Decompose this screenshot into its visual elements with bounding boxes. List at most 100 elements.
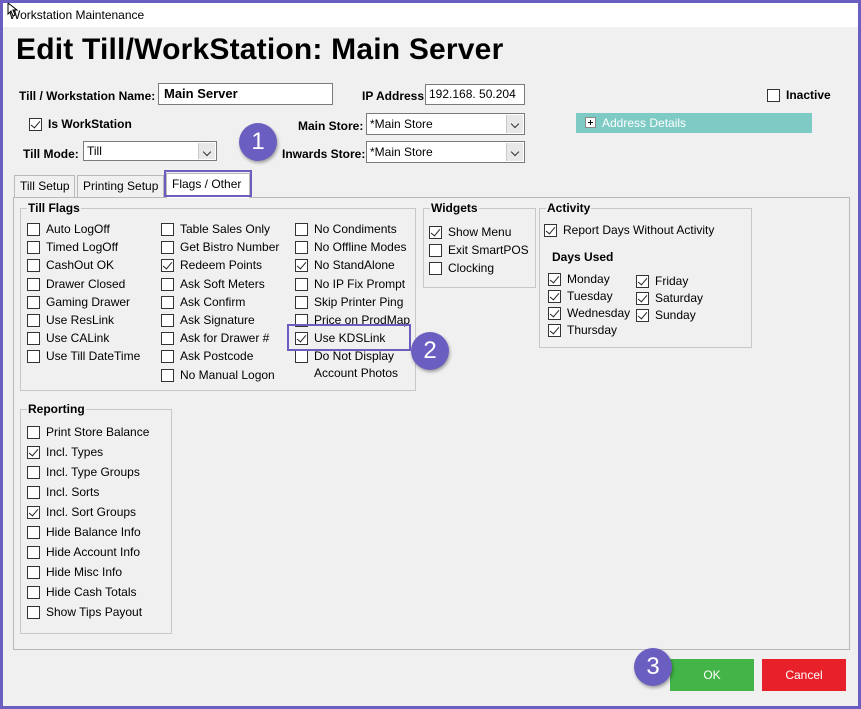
reporting-hide-account-info-checkbox-box[interactable] bbox=[27, 546, 40, 559]
till-flag-use-calink-checkbox-box[interactable] bbox=[27, 332, 40, 346]
till-flag-drawer-closed-label: Drawer Closed bbox=[46, 276, 126, 291]
till-flag-no-ip-fix-prompt-label: No IP Fix Prompt bbox=[314, 276, 406, 291]
workstation-name-input[interactable]: Main Server bbox=[158, 83, 333, 105]
ip-address-input[interactable]: 192.168. 50.204 bbox=[425, 84, 525, 105]
till-flag-ask-signature-checkbox-box[interactable] bbox=[161, 314, 174, 327]
day-friday-checkbox-box[interactable] bbox=[636, 275, 649, 288]
till-flag-auto-logoff-checkbox-box[interactable] bbox=[27, 223, 40, 236]
reporting-hide-cash-totals-checkbox-box[interactable] bbox=[27, 586, 40, 599]
widgets-title: Widgets bbox=[430, 201, 479, 215]
till-flag-auto-logoff-label: Auto LogOff bbox=[46, 222, 110, 236]
reporting-hide-misc-info-label: Hide Misc Info bbox=[46, 565, 123, 579]
till-flag-no-condiments-checkbox-box[interactable] bbox=[295, 223, 308, 236]
reporting-incl-type-groups-label: Incl. Type Groups bbox=[46, 465, 140, 479]
day-saturday-checkbox-box[interactable] bbox=[636, 292, 649, 305]
inwards-store-select[interactable]: *Main Store bbox=[366, 141, 525, 163]
till-flag-no-standalone-label: No StandAlone bbox=[314, 258, 395, 273]
day-wednesday-checkbox-box[interactable] bbox=[548, 307, 561, 320]
kdslink-highlight-box bbox=[287, 324, 411, 351]
reporting-hide-cash-totals-label: Hide Cash Totals bbox=[46, 585, 137, 599]
till-flag-no-manual-logon-checkbox-box[interactable] bbox=[161, 368, 174, 382]
tab-till-setup[interactable]: Till Setup bbox=[14, 175, 75, 197]
till-flag-ask-postcode-checkbox-box[interactable] bbox=[161, 350, 174, 364]
till-flag-gaming-drawer-checkbox-box[interactable] bbox=[27, 295, 40, 309]
reporting-hide-balance-info-label: Hide Balance Info bbox=[46, 525, 141, 539]
till-flag-cashout-ok-label: CashOut OK bbox=[46, 258, 115, 273]
till-flag-do-not-display-label: Do Not Display bbox=[314, 349, 395, 364]
step-badge-2: 2 bbox=[411, 332, 449, 370]
day-wednesday-label: Wednesday bbox=[567, 306, 631, 320]
till-flag-ask-confirm-checkbox-box[interactable] bbox=[161, 295, 174, 309]
reporting-print-store-balance-label: Print Store Balance bbox=[46, 425, 150, 439]
till-flag-no-offline-modes-checkbox-box[interactable] bbox=[295, 241, 308, 255]
reporting-incl-sorts-checkbox-box[interactable] bbox=[27, 486, 40, 499]
reporting-hide-misc-info-checkbox-box[interactable] bbox=[27, 566, 40, 579]
inactive-checkbox-box[interactable] bbox=[767, 89, 780, 102]
reporting-incl-types-checkbox-box[interactable] bbox=[27, 446, 40, 459]
name-label: Till / Workstation Name: bbox=[19, 89, 156, 103]
widget-clocking-checkbox-box[interactable] bbox=[429, 262, 442, 275]
expand-plus-icon[interactable] bbox=[585, 117, 596, 128]
chevron-down-icon[interactable] bbox=[506, 143, 523, 161]
day-saturday-label: Saturday bbox=[655, 291, 704, 305]
till-flag-no-offline-modes-label: No Offline Modes bbox=[314, 240, 407, 255]
day-sunday-checkbox-box[interactable] bbox=[636, 309, 649, 322]
reporting-incl-types-label: Incl. Types bbox=[46, 445, 104, 459]
till-flag-use-till-datetime-checkbox-box[interactable] bbox=[27, 350, 40, 364]
ip-address-label: IP Address: bbox=[362, 89, 429, 103]
ok-button[interactable]: OK bbox=[670, 659, 754, 691]
inwards-store-value: *Main Store bbox=[370, 145, 433, 159]
reporting-incl-sort-groups-checkbox-box[interactable] bbox=[27, 506, 40, 519]
chevron-down-icon[interactable] bbox=[506, 115, 523, 133]
days-used-label: Days Used bbox=[552, 250, 614, 264]
till-flag-use-reslink-checkbox-box[interactable] bbox=[27, 314, 40, 327]
till-flag-no-standalone-checkbox-box[interactable] bbox=[295, 259, 308, 273]
chevron-down-icon[interactable] bbox=[198, 143, 215, 159]
tab-highlight-box bbox=[164, 170, 252, 197]
reporting-hide-balance-info-checkbox-box[interactable] bbox=[27, 526, 40, 539]
till-flag-ask-postcode-label: Ask Postcode bbox=[180, 349, 254, 364]
day-sunday-label: Sunday bbox=[655, 308, 696, 322]
is-workstation-checkbox-box[interactable] bbox=[29, 118, 42, 131]
day-tuesday-checkbox-box[interactable] bbox=[548, 290, 561, 303]
till-flag-use-calink-label: Use CALink bbox=[46, 331, 110, 346]
till-flag-ask-for-drawer-checkbox-box[interactable] bbox=[161, 332, 174, 346]
till-flag-cashout-ok-checkbox-box[interactable] bbox=[27, 259, 40, 273]
till-mode-value: Till bbox=[87, 144, 102, 158]
cancel-button[interactable]: Cancel bbox=[762, 659, 846, 691]
day-monday-checkbox-box[interactable] bbox=[548, 273, 561, 286]
widget-clocking-label: Clocking bbox=[448, 261, 495, 275]
till-flag-do-not-display-checkbox-box[interactable] bbox=[295, 350, 308, 364]
inactive-label: Inactive bbox=[786, 88, 831, 102]
till-flag-table-sales-only-checkbox-box[interactable] bbox=[161, 223, 174, 236]
reporting-incl-sort-groups-label: Incl. Sort Groups bbox=[46, 505, 137, 519]
till-flag-timed-logoff-checkbox-box[interactable] bbox=[27, 241, 40, 255]
till-flag-no-ip-fix-prompt-checkbox-box[interactable] bbox=[295, 277, 308, 291]
reporting-incl-type-groups-checkbox-box[interactable] bbox=[27, 466, 40, 479]
till-flag-ask-confirm-label: Ask Confirm bbox=[180, 294, 246, 309]
day-thursday-checkbox-box[interactable] bbox=[548, 324, 561, 337]
till-flag-ask-soft-meters-checkbox-box[interactable] bbox=[161, 277, 174, 291]
day-friday-label: Friday bbox=[655, 274, 689, 288]
widget-show-menu-checkbox-box[interactable] bbox=[429, 226, 442, 239]
do-not-display-line2: Account Photos bbox=[314, 366, 399, 380]
till-mode-select[interactable]: Till bbox=[83, 141, 217, 161]
day-thursday-label: Thursday bbox=[567, 323, 618, 337]
reporting-incl-sorts-label: Incl. Sorts bbox=[46, 485, 100, 499]
tab-printing-setup[interactable]: Printing Setup bbox=[77, 175, 164, 197]
main-store-select[interactable]: *Main Store bbox=[366, 113, 525, 135]
widget-exit-smartpos-checkbox-box[interactable] bbox=[429, 244, 442, 257]
till-flag-redeem-points-checkbox-box[interactable] bbox=[161, 259, 174, 273]
reporting-print-store-balance-checkbox-box[interactable] bbox=[27, 426, 40, 439]
reporting-show-tips-payout-label: Show Tips Payout bbox=[46, 605, 143, 619]
report-days-checkbox-box[interactable] bbox=[544, 224, 557, 237]
reporting-show-tips-payout-checkbox-box[interactable] bbox=[27, 606, 40, 619]
till-flag-timed-logoff-label: Timed LogOff bbox=[46, 240, 119, 255]
till-flag-drawer-closed-checkbox-box[interactable] bbox=[27, 277, 40, 291]
till-flag-get-bistro-number-checkbox-box[interactable] bbox=[161, 241, 174, 255]
mouse-cursor-icon bbox=[7, 3, 19, 17]
till-flag-skip-printer-ping-checkbox-box[interactable] bbox=[295, 295, 308, 309]
window-titlebar: Workstation Maintenance bbox=[3, 3, 858, 27]
is-workstation-label: Is WorkStation bbox=[48, 117, 132, 131]
address-details-expander[interactable]: Address Details bbox=[576, 113, 812, 133]
